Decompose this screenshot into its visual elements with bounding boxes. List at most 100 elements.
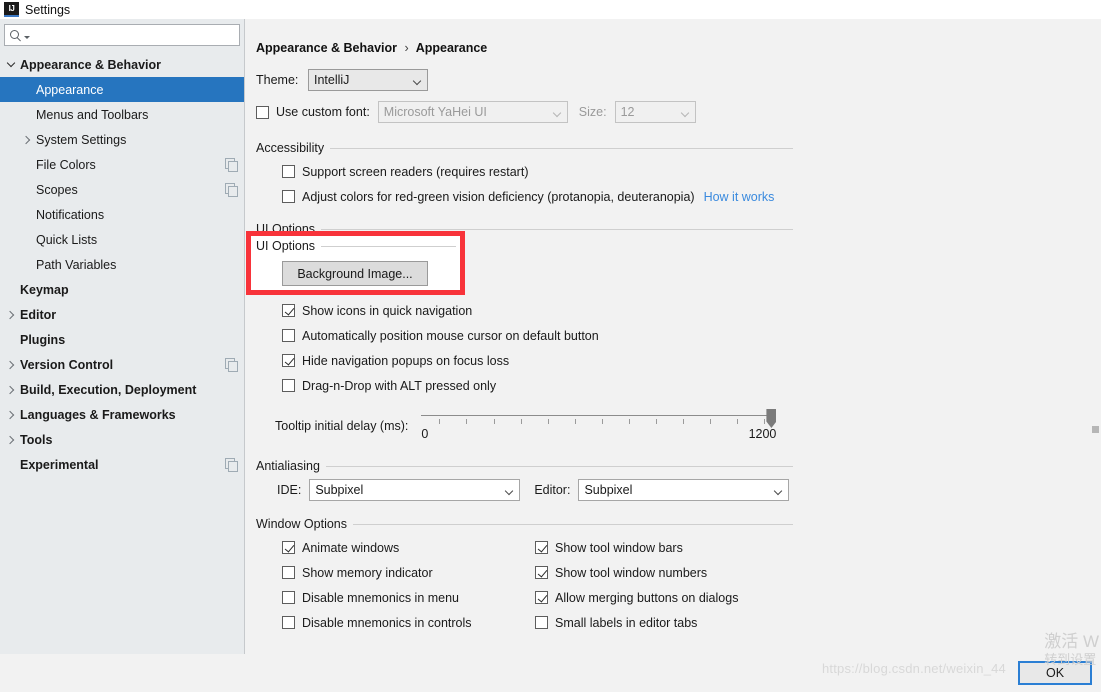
checkbox-disable-mnemonics-in-menu[interactable]: Disable mnemonics in menu [282,585,535,610]
scrollbar-thumb[interactable] [1092,426,1099,433]
antialiasing-group-header: Antialiasing [256,459,803,473]
checkbox-box [282,616,295,629]
search-icon [9,29,22,42]
checkbox-box [282,165,295,178]
chevron-down-icon[interactable] [24,35,30,39]
chevron-right-icon[interactable] [2,362,20,368]
sidebar-item-label: Version Control [20,357,114,372]
checkbox-hide-navigation-popups-on-focus-loss[interactable]: Hide navigation popups on focus loss [282,348,1101,373]
checkbox-disable-mnemonics-in-controls[interactable]: Disable mnemonics in controls [282,610,535,635]
accessibility-group-title: Accessibility [256,141,325,155]
settings-sidebar: Appearance & Behavior Appearance Menus and… [0,19,245,692]
background-image-button[interactable]: Background Image... [282,261,428,286]
sidebar-item-label: Languages & Frameworks [20,407,176,422]
font-size-select[interactable]: 12 [614,101,696,123]
editor-antialiasing-select[interactable]: Subpixel [578,479,790,501]
checkbox-allow-merging-buttons-on-dialogs[interactable]: Allow merging buttons on dialogs [535,585,738,610]
how-it-works-link[interactable]: How it works [704,190,775,204]
slider-min-label: 0 [421,427,429,441]
sidebar-item-appearance-behavior[interactable]: Appearance & Behavior [0,52,244,77]
sidebar-item-label: Editor [20,307,57,322]
chevron-down-icon [774,486,783,496]
chevron-right-icon[interactable] [2,387,20,393]
group-divider [353,523,793,525]
chevron-down-icon[interactable] [2,63,20,66]
chevron-down-icon [680,108,689,118]
checkbox-show-icons-in-quick-navigation[interactable]: Show icons in quick navigation [282,298,1101,323]
title-bar: IJ Settings [0,0,1101,19]
sidebar-item-appearance[interactable]: Appearance [0,77,244,102]
sidebar-item-scopes[interactable]: Scopes [0,177,244,202]
checkbox-drag-n-drop-with-alt-pressed-only[interactable]: Drag-n-Drop with ALT pressed only [282,373,1101,398]
use-custom-font-checkbox[interactable]: Use custom font: [256,105,370,119]
tooltip-delay-slider[interactable]: 0 1200 [421,407,777,445]
search-input[interactable] [32,27,235,43]
sidebar-item-tools[interactable]: Tools [0,427,244,452]
sidebar-item-plugins[interactable]: Plugins [0,327,244,352]
checkbox-show-memory-indicator[interactable]: Show memory indicator [282,560,535,585]
chevron-right-icon[interactable] [18,137,36,143]
checkbox-box [535,591,548,604]
checkbox-show-tool-window-bars[interactable]: Show tool window bars [535,535,738,560]
checkbox-small-labels-in-editor-tabs[interactable]: Small labels in editor tabs [535,610,738,635]
ide-antialiasing-select[interactable]: Subpixel [309,479,521,501]
window-options-group-title: Window Options [256,517,348,531]
copy-icon[interactable] [225,358,238,372]
csdn-url-watermark: https://blog.csdn.net/weixin_44 [822,661,1006,676]
chevron-right-icon[interactable] [2,312,20,318]
checkbox-automatically-position-mouse-cursor-on-default-button[interactable]: Automatically position mouse cursor on d… [282,323,1101,348]
sidebar-item-editor[interactable]: Editor [0,302,244,327]
checkbox-label: Show icons in quick navigation [302,303,473,318]
checkbox-label: Small labels in editor tabs [555,615,698,630]
checkbox-label: Hide navigation popups on focus loss [302,353,510,368]
sidebar-item-label: Appearance & Behavior [20,57,162,72]
intellij-app-icon: IJ [4,2,19,17]
checkbox-support-screen-readers-requires-restart[interactable]: Support screen readers (requires restart… [282,159,1101,184]
chevron-right-icon[interactable] [2,412,20,418]
slider-thumb[interactable] [766,409,777,428]
breadcrumb-root[interactable]: Appearance & Behavior [256,41,397,55]
font-size-value: 12 [620,105,635,119]
checkbox-box [535,616,548,629]
copy-icon[interactable] [225,458,238,472]
checkbox-show-tool-window-numbers[interactable]: Show tool window numbers [535,560,738,585]
checkbox-box [535,541,548,554]
sidebar-item-experimental[interactable]: Experimental [0,452,244,477]
slider-tick [683,419,685,424]
sidebar-item-menus-and-toolbars[interactable]: Menus and Toolbars [0,102,244,127]
checkbox-label: Show memory indicator [302,565,433,580]
search-box[interactable] [4,24,240,46]
sidebar-item-label: System Settings [36,132,127,147]
sidebar-item-notifications[interactable]: Notifications [0,202,244,227]
checkbox-box [282,329,295,342]
sidebar-item-system-settings[interactable]: System Settings [0,127,244,152]
breadcrumb: Appearance & Behavior › Appearance [245,19,1101,55]
sidebar-item-build-execution-deployment[interactable]: Build, Execution, Deployment [0,377,244,402]
sidebar-item-path-variables[interactable]: Path Variables [0,252,244,277]
checkbox-label: Allow merging buttons on dialogs [555,590,739,605]
sidebar-item-file-colors[interactable]: File Colors [0,152,244,177]
slider-tick [656,419,658,424]
sidebar-item-keymap[interactable]: Keymap [0,277,244,302]
sidebar-item-label: Notifications [36,207,105,222]
sidebar-item-quick-lists[interactable]: Quick Lists [0,227,244,252]
checkbox-label: Show tool window bars [555,540,683,555]
slider-tick [439,419,441,424]
windows-activation-line1: 激活 W [1044,631,1099,651]
sidebar-item-version-control[interactable]: Version Control [0,352,244,377]
copy-icon[interactable] [225,183,238,197]
chevron-right-icon[interactable] [2,437,20,443]
sidebar-item-label: Path Variables [36,257,117,272]
slider-tick [520,419,522,424]
copy-icon[interactable] [225,158,238,172]
checkbox-label: Drag-n-Drop with ALT pressed only [302,378,497,393]
checkbox-animate-windows[interactable]: Animate windows [282,535,535,560]
checkbox-adjust-colors-for-red-green-vision-deficiency-protanopia-deuteranopia[interactable]: Adjust colors for red-green vision defic… [282,184,1101,209]
checkbox-label: Support screen readers (requires restart… [302,164,529,179]
sidebar-item-label: File Colors [36,157,96,172]
custom-font-select[interactable]: Microsoft YaHei UI [377,101,568,123]
sidebar-item-languages-frameworks[interactable]: Languages & Frameworks [0,402,244,427]
checkbox-label: Adjust colors for red-green vision defic… [302,189,695,204]
slider-tick [737,419,739,424]
theme-select[interactable]: IntelliJ [308,69,428,91]
